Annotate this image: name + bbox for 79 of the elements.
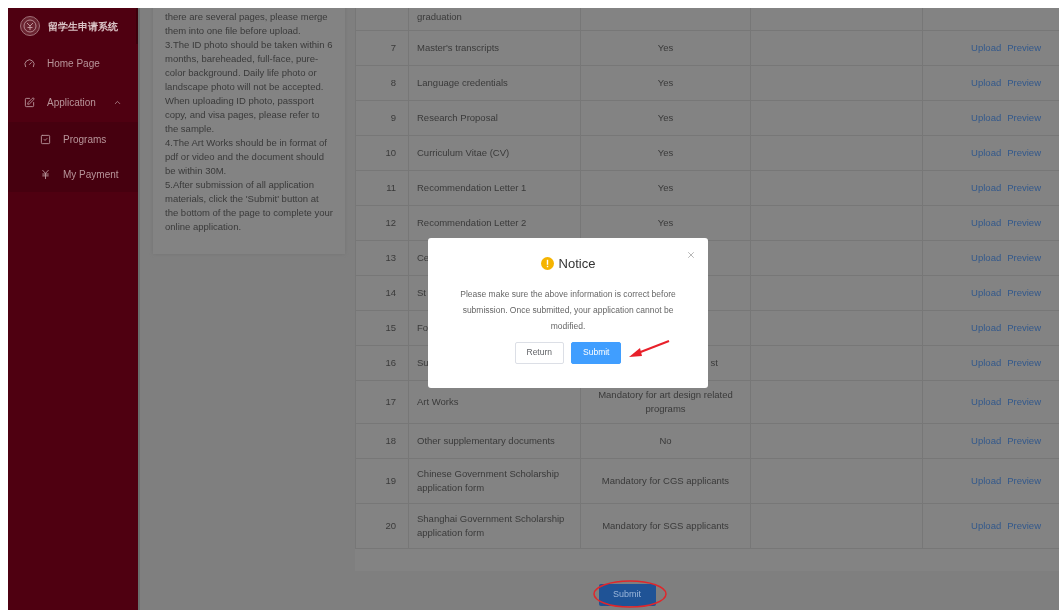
- action-link[interactable]: Upload: [971, 77, 1002, 88]
- instruction-text: 5.After submission of all application materials, click the 'Submit' button at the bottom of the page to complete your online application.: [165, 178, 333, 234]
- edit-icon: [24, 97, 35, 108]
- action-link[interactable]: Preview: [1007, 396, 1041, 407]
- action-link[interactable]: Preview: [1007, 217, 1041, 228]
- submit-button[interactable]: Submit: [571, 341, 622, 364]
- action-link[interactable]: Upload: [971, 252, 1002, 263]
- row-number: 20: [355, 503, 409, 549]
- row-number: 16: [355, 345, 409, 381]
- app-title: 留学生申请系统: [48, 19, 118, 34]
- action-link[interactable]: Preview: [1007, 77, 1041, 88]
- document-name: graduation: [408, 8, 581, 31]
- row-number: 11: [355, 170, 409, 206]
- row-number: 12: [355, 205, 409, 241]
- logo-icon: [20, 16, 40, 36]
- document-name: Master's transcripts: [408, 30, 581, 66]
- action-link[interactable]: Preview: [1007, 475, 1041, 486]
- document-name: Curriculum Vitae (CV): [408, 135, 581, 171]
- instruction-text: 3.The ID photo should be taken within 6 months, bareheaded, full-face, pure-color background. Daily life photo or landscape photo will not be accepted. When uploading ID photo, passport copy, and visa pages, please refer to the sample.: [165, 38, 333, 136]
- menu-item[interactable]: Application: [8, 83, 138, 122]
- document-name: Research Proposal: [408, 100, 581, 136]
- document-name: Language credentials: [408, 65, 581, 101]
- requirement-cell: Yes: [580, 135, 751, 171]
- row-number: 8: [355, 65, 409, 101]
- requirement-cell: Yes: [580, 170, 751, 206]
- row-number: 14: [355, 275, 409, 311]
- action-link[interactable]: Upload: [971, 112, 1002, 123]
- yen-icon: [40, 169, 51, 180]
- action-link[interactable]: Upload: [971, 182, 1002, 193]
- checkbox-icon: [40, 134, 51, 145]
- action-link[interactable]: Preview: [1007, 252, 1041, 263]
- close-icon[interactable]: [686, 250, 696, 260]
- action-link[interactable]: Upload: [971, 435, 1002, 446]
- requirement-cell: Mandatory for CGS applicants: [580, 458, 751, 504]
- requirement-cell: Yes: [580, 100, 751, 136]
- action-link[interactable]: Upload: [971, 475, 1002, 486]
- row-number: 9: [355, 100, 409, 136]
- row-number: 19: [355, 458, 409, 504]
- document-name: Recommendation Letter 1: [408, 170, 581, 206]
- action-link[interactable]: Preview: [1007, 287, 1041, 298]
- action-link[interactable]: Preview: [1007, 435, 1041, 446]
- pointer-arrow: [628, 340, 670, 360]
- action-link[interactable]: Upload: [971, 396, 1002, 407]
- action-link[interactable]: Upload: [971, 322, 1002, 333]
- document-name: Other supplementary documents: [408, 423, 581, 459]
- action-link[interactable]: Preview: [1007, 42, 1041, 53]
- action-link[interactable]: Upload: [971, 217, 1002, 228]
- return-button[interactable]: Return: [514, 341, 564, 364]
- submenu-item[interactable]: Programs: [8, 122, 138, 157]
- action-link[interactable]: Preview: [1007, 112, 1041, 123]
- requirement-cell: No: [580, 423, 751, 459]
- row-number: 15: [355, 310, 409, 346]
- instruction-text: there are several pages, please merge them into one file before upload.: [165, 10, 329, 38]
- row-number: 17: [355, 380, 409, 424]
- action-link[interactable]: Preview: [1007, 182, 1041, 193]
- row-number: 7: [355, 30, 409, 66]
- action-link[interactable]: Preview: [1007, 357, 1041, 368]
- action-link[interactable]: Preview: [1007, 520, 1041, 531]
- submit-button[interactable]: Submit: [598, 584, 656, 606]
- document-name: Chinese Government Scholarship application form: [408, 458, 581, 504]
- row-number: 18: [355, 423, 409, 459]
- action-link[interactable]: Upload: [971, 147, 1002, 158]
- menu-item[interactable]: Home Page: [8, 44, 138, 83]
- action-link[interactable]: Upload: [971, 287, 1002, 298]
- submenu-item[interactable]: My Payment: [8, 157, 138, 192]
- dashboard-icon: [24, 58, 35, 69]
- requirement-cell: Yes: [580, 65, 751, 101]
- instruction-text: 4.The Art Works should be in format of pdf or video and the document should be within 30M.: [165, 136, 328, 178]
- row-number: 10: [355, 135, 409, 171]
- action-link[interactable]: Upload: [971, 357, 1002, 368]
- requirement-cell: Mandatory for SGS applicants: [580, 503, 751, 549]
- action-link[interactable]: Upload: [971, 520, 1002, 531]
- requirement-cell: Yes: [580, 30, 751, 66]
- warning-icon: [540, 257, 554, 271]
- action-link[interactable]: Preview: [1007, 147, 1041, 158]
- row-number: 13: [355, 240, 409, 276]
- document-name: Shanghai Government Scholarship application form: [408, 503, 581, 549]
- action-link[interactable]: Preview: [1007, 322, 1041, 333]
- action-link[interactable]: Upload: [971, 42, 1002, 53]
